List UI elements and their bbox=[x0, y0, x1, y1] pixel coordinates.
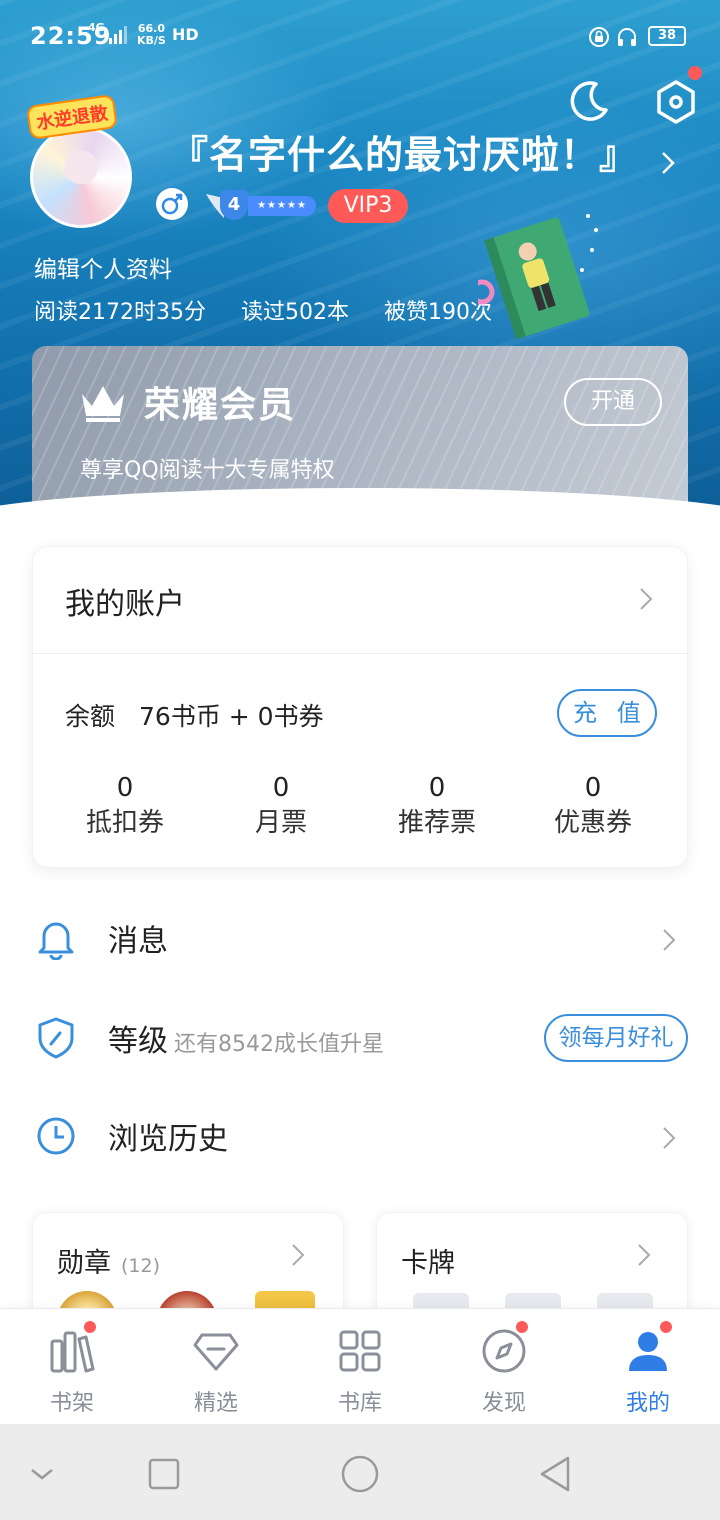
network-speed: 66.0 KB/S bbox=[137, 23, 166, 47]
stat-read-time: 阅读2172时35分 bbox=[34, 300, 206, 325]
rotation-lock-icon bbox=[589, 27, 609, 47]
male-gender-icon bbox=[156, 188, 188, 220]
system-nav-bar bbox=[0, 1424, 720, 1520]
ticket-label: 抵扣券 bbox=[85, 808, 164, 838]
chevron-down-icon[interactable] bbox=[22, 1454, 62, 1494]
menu-label: 消息 bbox=[108, 924, 168, 959]
account-title[interactable]: 我的账户 bbox=[65, 579, 185, 623]
cards-title: 卡牌 bbox=[401, 1248, 455, 1279]
grid-icon bbox=[339, 1330, 381, 1372]
book-illustration bbox=[478, 214, 598, 340]
ticket-coupon[interactable]: 0 优惠券 bbox=[515, 773, 671, 843]
balance-label: 余额 bbox=[65, 702, 116, 731]
balance-value: 76书币 + 0书券 bbox=[139, 702, 324, 731]
menu-item-messages[interactable]: 消息 bbox=[0, 892, 720, 988]
ticket-monthly[interactable]: 0 月票 bbox=[203, 773, 359, 843]
chevron-right-icon bbox=[638, 1244, 651, 1266]
level-number: 4 bbox=[220, 190, 248, 220]
ticket-label: 月票 bbox=[254, 808, 307, 838]
medals-title: 勋章 (12) bbox=[57, 1241, 160, 1280]
recent-apps-icon[interactable] bbox=[144, 1454, 184, 1494]
tab-label: 我的 bbox=[625, 1391, 670, 1416]
open-membership-button[interactable]: 开通 bbox=[564, 378, 662, 426]
medals-title-text: 勋章 bbox=[57, 1248, 111, 1279]
account-chevron-right-icon[interactable] bbox=[639, 587, 653, 611]
level-stars: ★★★★★ bbox=[248, 196, 316, 216]
nickname[interactable]: 『名字什么的最讨厌啦！』 bbox=[170, 124, 638, 179]
home-icon[interactable] bbox=[340, 1454, 380, 1494]
chevron-right-icon bbox=[663, 929, 676, 951]
membership-title: 荣耀会员 bbox=[144, 385, 297, 426]
avatar[interactable]: 水逆退散 bbox=[26, 94, 134, 228]
clock-icon bbox=[37, 1117, 75, 1155]
headphone-icon bbox=[618, 28, 636, 46]
tab-discover[interactable]: 发现 bbox=[432, 1309, 576, 1425]
settings-icon[interactable] bbox=[652, 78, 700, 126]
level-badge[interactable]: 4 ★★★★★ bbox=[204, 188, 316, 222]
level-progress-text: 还有8542成长值升星 bbox=[174, 1032, 384, 1057]
divider bbox=[33, 653, 689, 654]
notification-dot bbox=[658, 1319, 674, 1335]
medals-count: (12) bbox=[121, 1255, 161, 1277]
monthly-gift-button[interactable]: 领每月好礼 bbox=[544, 1014, 688, 1062]
menu-label: 浏览历史 bbox=[108, 1122, 228, 1157]
stat-books-read: 读过502本 bbox=[240, 300, 349, 325]
diamond-icon bbox=[193, 1333, 239, 1371]
chevron-right-icon bbox=[663, 1127, 676, 1149]
tab-bookshelf[interactable]: 书架 bbox=[0, 1309, 144, 1425]
signal-icon bbox=[109, 26, 127, 44]
level-label: 等级 bbox=[108, 1024, 168, 1059]
avatar-image bbox=[30, 126, 132, 228]
tab-library[interactable]: 书库 bbox=[288, 1309, 432, 1425]
ticket-value: 0 bbox=[428, 773, 446, 803]
notification-dot bbox=[82, 1319, 98, 1335]
tab-label: 书库 bbox=[337, 1391, 382, 1416]
membership-card[interactable]: 荣耀会员 尊享QQ阅读十大专属特权 开通 bbox=[32, 346, 688, 510]
bottom-tab-bar: 书架 精选 书库 发现 我的 bbox=[0, 1308, 720, 1424]
ticket-recommend[interactable]: 0 推荐票 bbox=[359, 773, 515, 843]
status-bar: 22:59 4G 66.0 KB/S HD 38 bbox=[0, 0, 720, 72]
profile-header: 22:59 4G 66.0 KB/S HD 38 水逆退散 『名字什么的最讨厌啦… bbox=[0, 0, 720, 510]
shield-icon bbox=[38, 1017, 74, 1059]
ticket-label: 优惠券 bbox=[553, 808, 632, 838]
stat-likes: 被赞190次 bbox=[383, 300, 492, 325]
menu-item-history[interactable]: 浏览历史 bbox=[0, 1090, 720, 1186]
notification-dot bbox=[514, 1319, 530, 1335]
balance: 余额 76书币 + 0书券 bbox=[65, 697, 324, 733]
menu-item-level[interactable]: 等级 还有8542成长值升星 领每月好礼 bbox=[0, 992, 720, 1088]
account-card: 我的账户 余额 76书币 + 0书券 充 值 0 抵扣券 0 月票 0 推荐票 0… bbox=[32, 546, 689, 868]
tab-label: 书架 bbox=[49, 1391, 94, 1416]
ticket-value: 0 bbox=[116, 773, 134, 803]
hd-indicator: HD bbox=[172, 25, 199, 44]
tab-label: 发现 bbox=[481, 1391, 526, 1416]
network-speed-unit: KB/S bbox=[137, 34, 166, 47]
reading-stats: 阅读2172时35分 读过502本 被赞190次 bbox=[34, 294, 520, 326]
profile-chevron-right-icon[interactable] bbox=[660, 150, 676, 176]
chevron-right-icon bbox=[292, 1244, 305, 1266]
edit-profile-link[interactable]: 编辑个人资料 bbox=[34, 250, 172, 284]
tab-featured[interactable]: 精选 bbox=[144, 1309, 288, 1425]
membership-description: 尊享QQ阅读十大专属特权 bbox=[80, 458, 335, 483]
menu-label: 等级 还有8542成长值升星 bbox=[108, 1016, 384, 1060]
vip-badge[interactable]: VIP3 bbox=[328, 189, 408, 223]
settings-notification-dot bbox=[688, 66, 702, 80]
tab-label: 精选 bbox=[193, 1391, 238, 1416]
ticket-value: 0 bbox=[272, 773, 290, 803]
night-mode-icon[interactable] bbox=[566, 78, 612, 124]
crown-icon bbox=[82, 386, 124, 422]
recharge-button[interactable]: 充 值 bbox=[557, 689, 657, 737]
back-icon[interactable] bbox=[536, 1454, 576, 1494]
bell-icon bbox=[38, 922, 74, 960]
ticket-label: 推荐票 bbox=[397, 808, 476, 838]
ticket-value: 0 bbox=[584, 773, 602, 803]
battery-icon: 38 bbox=[648, 26, 686, 46]
network-type: 4G bbox=[88, 21, 105, 34]
ticket-deduction[interactable]: 0 抵扣券 bbox=[47, 773, 203, 843]
tab-me[interactable]: 我的 bbox=[576, 1309, 720, 1425]
